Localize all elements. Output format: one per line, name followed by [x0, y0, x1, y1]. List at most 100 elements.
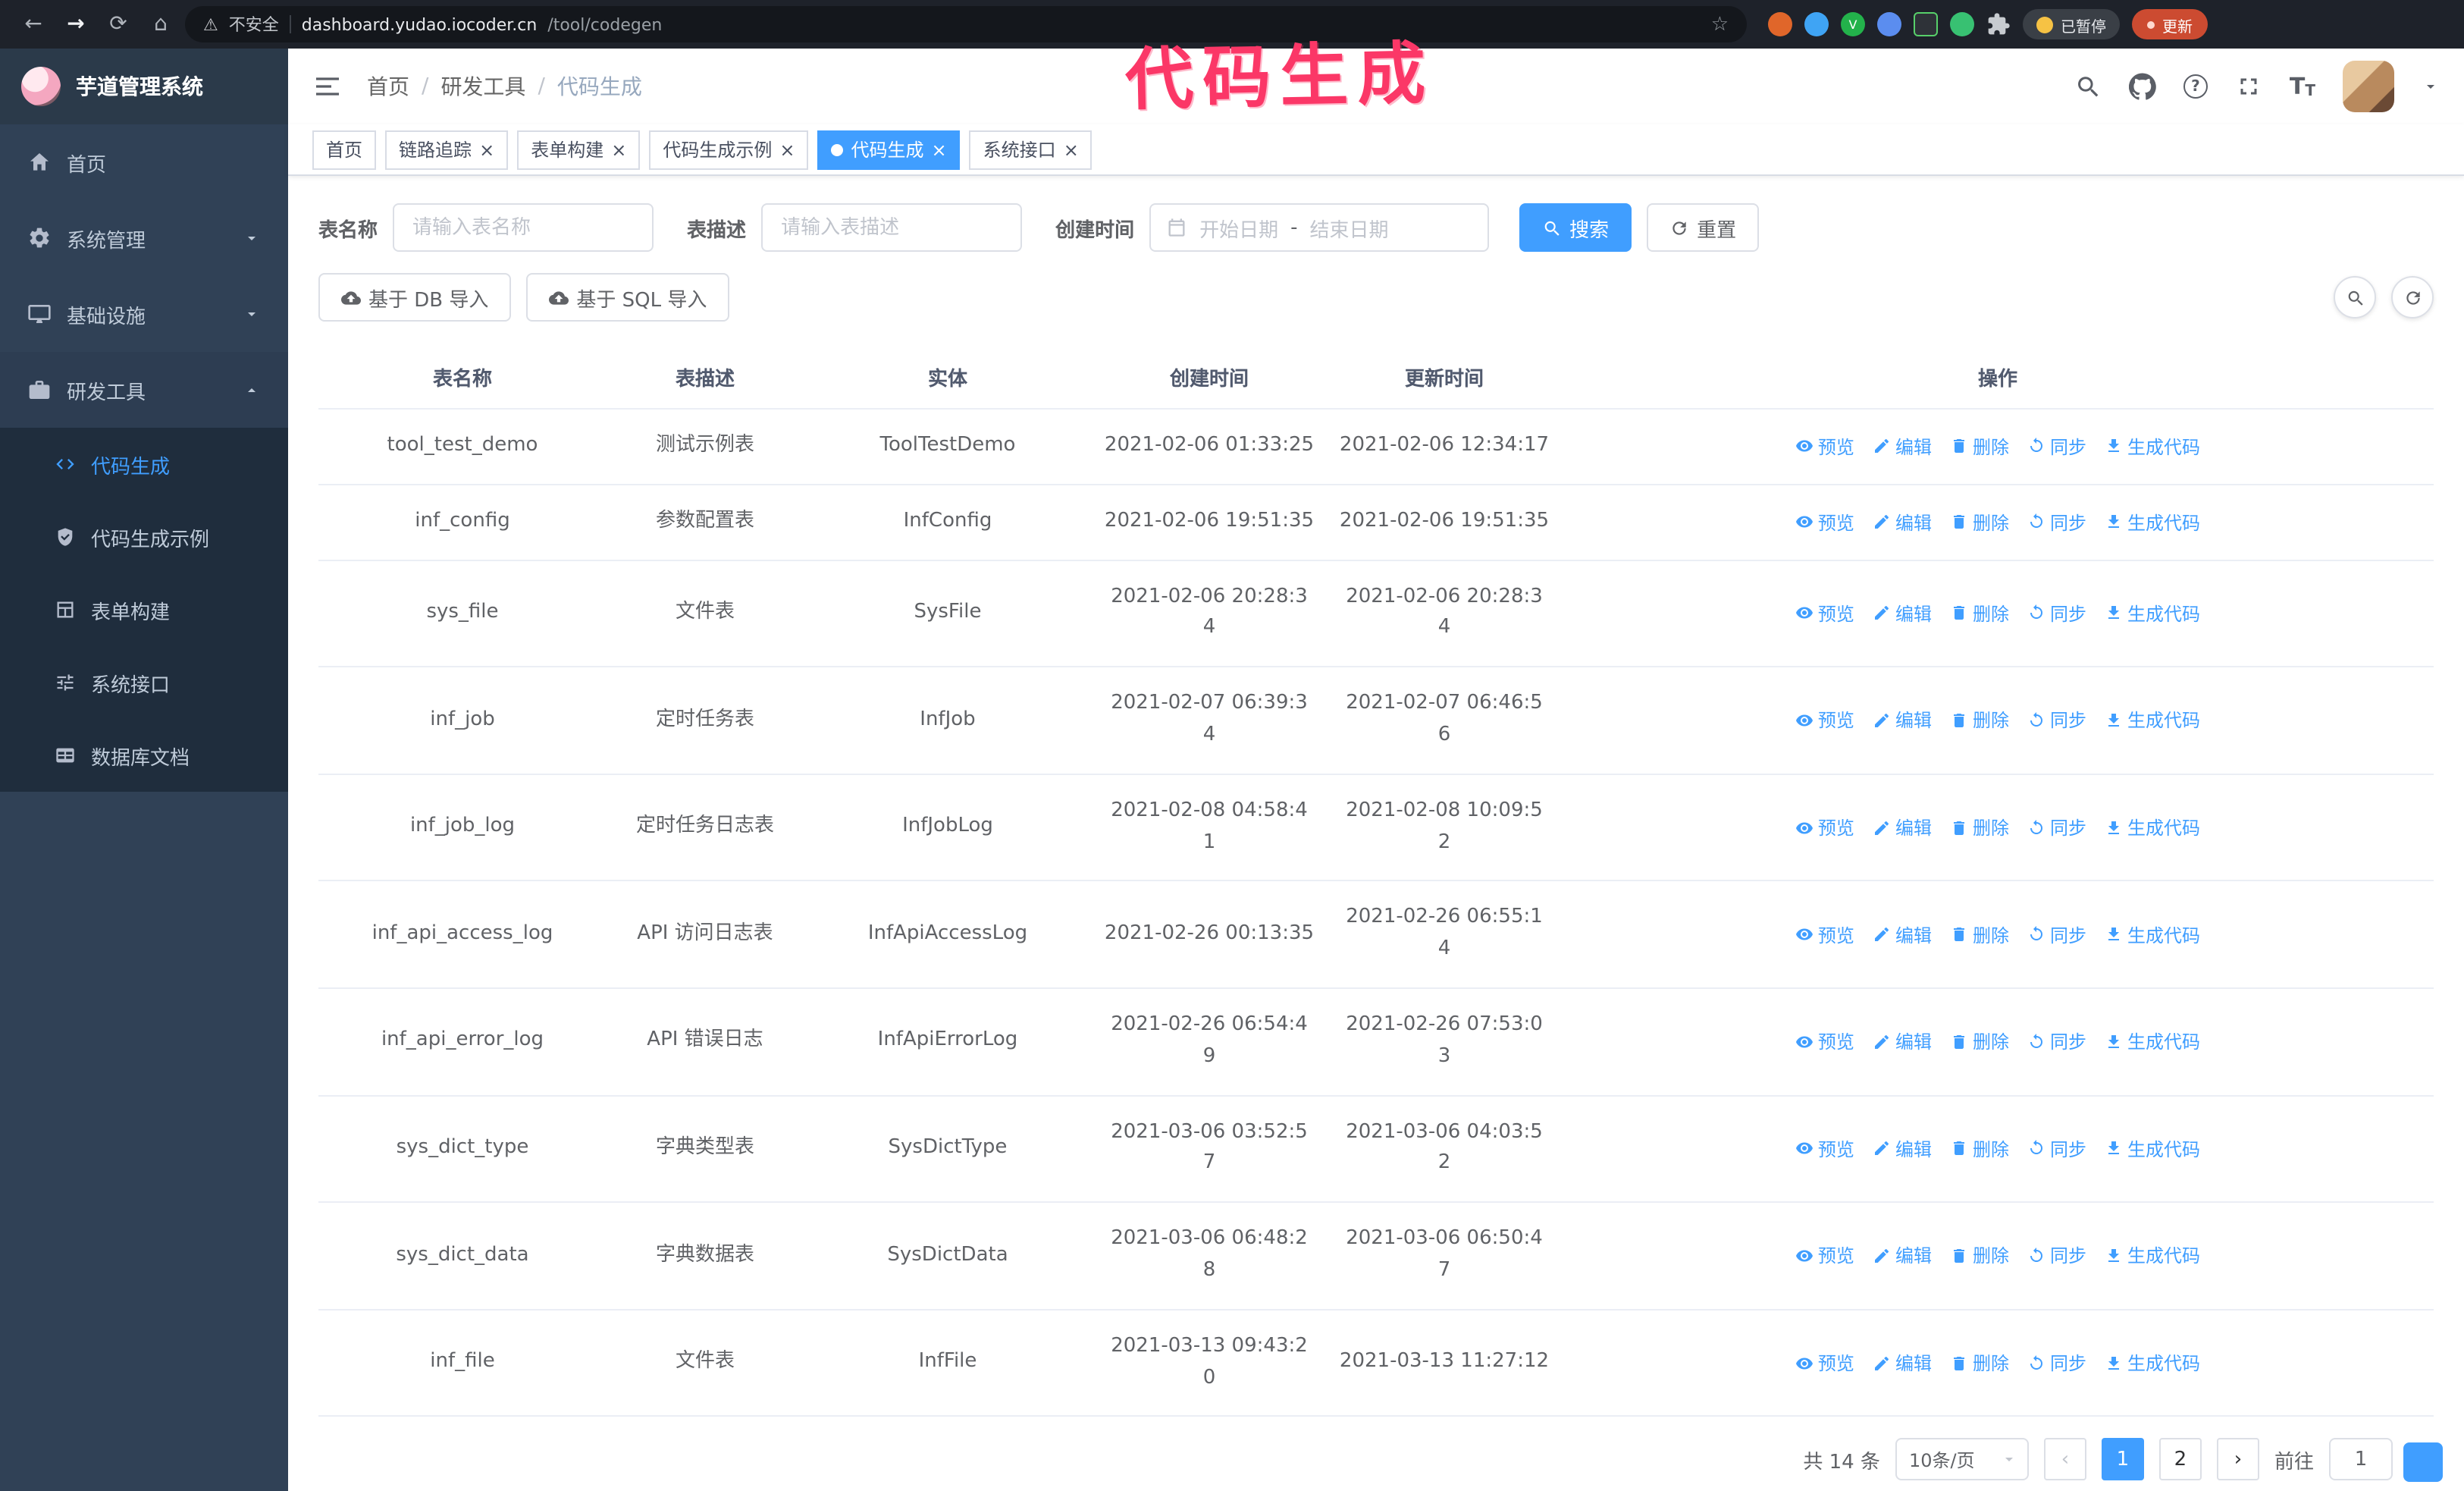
- preview-link[interactable]: 预览: [1795, 815, 1854, 840]
- toggle-search-button[interactable]: [2334, 276, 2376, 319]
- sidebar-item-system[interactable]: 系统管理: [0, 200, 288, 276]
- extension-icon-4[interactable]: [1877, 12, 1901, 36]
- edit-link[interactable]: 编辑: [1873, 509, 1932, 535]
- generate-code-link[interactable]: 生成代码: [2105, 815, 2200, 840]
- delete-link[interactable]: 删除: [1950, 1136, 2009, 1162]
- paused-badge[interactable]: 已暂停: [2023, 9, 2120, 39]
- sidebar-item-infra[interactable]: 基础设施: [0, 276, 288, 352]
- sync-link[interactable]: 同步: [2027, 434, 2086, 460]
- edit-link[interactable]: 编辑: [1873, 1029, 1932, 1055]
- edit-link[interactable]: 编辑: [1873, 921, 1932, 947]
- breadcrumb-home[interactable]: 首页: [367, 71, 409, 102]
- edit-link[interactable]: 编辑: [1873, 1243, 1932, 1269]
- delete-link[interactable]: 删除: [1950, 434, 2009, 460]
- preview-link[interactable]: 预览: [1795, 1029, 1854, 1055]
- sidebar-item-home[interactable]: 首页: [0, 124, 288, 200]
- preview-link[interactable]: 预览: [1795, 1243, 1854, 1269]
- tab-form-builder[interactable]: 表单构建 ×: [517, 130, 641, 169]
- delete-link[interactable]: 删除: [1950, 1243, 2009, 1269]
- page-button-2[interactable]: 2: [2158, 1438, 2202, 1481]
- tab-codegen-example[interactable]: 代码生成示例 ×: [649, 130, 809, 169]
- extension-icon-2[interactable]: [1804, 12, 1829, 36]
- generate-code-link[interactable]: 生成代码: [2105, 434, 2200, 460]
- preview-link[interactable]: 预览: [1795, 1350, 1854, 1376]
- edit-link[interactable]: 编辑: [1873, 708, 1932, 733]
- back-icon[interactable]: ←: [15, 6, 52, 42]
- sidebar-item-devtools[interactable]: 研发工具: [0, 352, 288, 428]
- extension-icon-1[interactable]: [1768, 12, 1792, 36]
- delete-link[interactable]: 删除: [1950, 708, 2009, 733]
- preview-link[interactable]: 预览: [1795, 434, 1854, 460]
- sidebar-item-codegen[interactable]: 代码生成: [0, 428, 288, 501]
- bookmark-star-icon[interactable]: ☆: [1711, 13, 1729, 36]
- generate-code-link[interactable]: 生成代码: [2105, 509, 2200, 535]
- generate-code-link[interactable]: 生成代码: [2105, 921, 2200, 947]
- delete-link[interactable]: 删除: [1950, 921, 2009, 947]
- floating-action-button[interactable]: [2403, 1442, 2443, 1482]
- extension-icon-3[interactable]: V: [1841, 12, 1865, 36]
- generate-code-link[interactable]: 生成代码: [2105, 1350, 2200, 1376]
- search-button[interactable]: 搜索: [1519, 203, 1632, 252]
- edit-link[interactable]: 编辑: [1873, 434, 1932, 460]
- delete-link[interactable]: 删除: [1950, 601, 2009, 626]
- edit-link[interactable]: 编辑: [1873, 1136, 1932, 1162]
- github-icon[interactable]: [2129, 73, 2156, 100]
- preview-link[interactable]: 预览: [1795, 1136, 1854, 1162]
- sync-link[interactable]: 同步: [2027, 1350, 2086, 1376]
- help-icon[interactable]: [2183, 74, 2208, 99]
- generate-code-link[interactable]: 生成代码: [2105, 708, 2200, 733]
- extensions-puzzle-icon[interactable]: [1986, 12, 2011, 36]
- sync-link[interactable]: 同步: [2027, 1136, 2086, 1162]
- fullscreen-icon[interactable]: [2235, 73, 2262, 100]
- close-icon[interactable]: ×: [779, 140, 795, 159]
- prev-page-button[interactable]: ‹: [2043, 1438, 2086, 1481]
- close-icon[interactable]: ×: [932, 140, 947, 159]
- app-logo[interactable]: 芋道管理系统: [0, 49, 288, 124]
- sidebar-item-codegen-example[interactable]: 代码生成示例: [0, 501, 288, 573]
- delete-link[interactable]: 删除: [1950, 1350, 2009, 1376]
- preview-link[interactable]: 预览: [1795, 509, 1854, 535]
- preview-link[interactable]: 预览: [1795, 921, 1854, 947]
- caret-down-icon[interactable]: [2422, 77, 2440, 96]
- sync-link[interactable]: 同步: [2027, 708, 2086, 733]
- table-desc-input[interactable]: [761, 203, 1023, 252]
- sync-link[interactable]: 同步: [2027, 509, 2086, 535]
- address-bar[interactable]: ⚠ 不安全 dashboard.yudao.iocoder.cn/tool/co…: [185, 6, 1747, 42]
- generate-code-link[interactable]: 生成代码: [2105, 1136, 2200, 1162]
- extension-icon-6[interactable]: [1950, 12, 1974, 36]
- date-range-picker[interactable]: 开始日期 - 结束日期: [1149, 203, 1490, 252]
- update-button[interactable]: 更新: [2132, 9, 2208, 39]
- table-name-input[interactable]: [393, 203, 654, 252]
- import-db-button[interactable]: 基于 DB 导入: [318, 273, 512, 322]
- avatar[interactable]: [2343, 61, 2394, 112]
- edit-link[interactable]: 编辑: [1873, 815, 1932, 840]
- import-sql-button[interactable]: 基于 SQL 导入: [526, 273, 730, 322]
- sidebar-item-form-builder[interactable]: 表单构建: [0, 573, 288, 646]
- sync-link[interactable]: 同步: [2027, 601, 2086, 626]
- delete-link[interactable]: 删除: [1950, 1029, 2009, 1055]
- tab-tracing[interactable]: 链路追踪 ×: [385, 130, 509, 169]
- preview-link[interactable]: 预览: [1795, 601, 1854, 626]
- search-icon[interactable]: [2074, 73, 2102, 100]
- sidebar-item-system-api[interactable]: 系统接口: [0, 646, 288, 719]
- delete-link[interactable]: 删除: [1950, 509, 2009, 535]
- forward-icon[interactable]: →: [58, 6, 94, 42]
- breadcrumb-devtools[interactable]: 研发工具: [440, 71, 525, 102]
- reset-button[interactable]: 重置: [1647, 203, 1760, 252]
- sync-link[interactable]: 同步: [2027, 921, 2086, 947]
- preview-link[interactable]: 预览: [1795, 708, 1854, 733]
- tab-codegen[interactable]: 代码生成 ×: [817, 130, 961, 169]
- tab-home[interactable]: 首页: [312, 130, 377, 169]
- reload-icon[interactable]: ⟳: [100, 6, 136, 42]
- edit-link[interactable]: 编辑: [1873, 601, 1932, 626]
- sync-link[interactable]: 同步: [2027, 1243, 2086, 1269]
- page-button-1[interactable]: 1: [2101, 1438, 2144, 1481]
- generate-code-link[interactable]: 生成代码: [2105, 1243, 2200, 1269]
- font-size-icon[interactable]: [2290, 73, 2315, 100]
- sync-link[interactable]: 同步: [2027, 815, 2086, 840]
- edit-link[interactable]: 编辑: [1873, 1350, 1932, 1376]
- tab-system-api[interactable]: 系统接口 ×: [969, 130, 1092, 169]
- delete-link[interactable]: 删除: [1950, 815, 2009, 840]
- home-icon[interactable]: ⌂: [143, 6, 179, 42]
- close-icon[interactable]: ×: [1064, 140, 1079, 159]
